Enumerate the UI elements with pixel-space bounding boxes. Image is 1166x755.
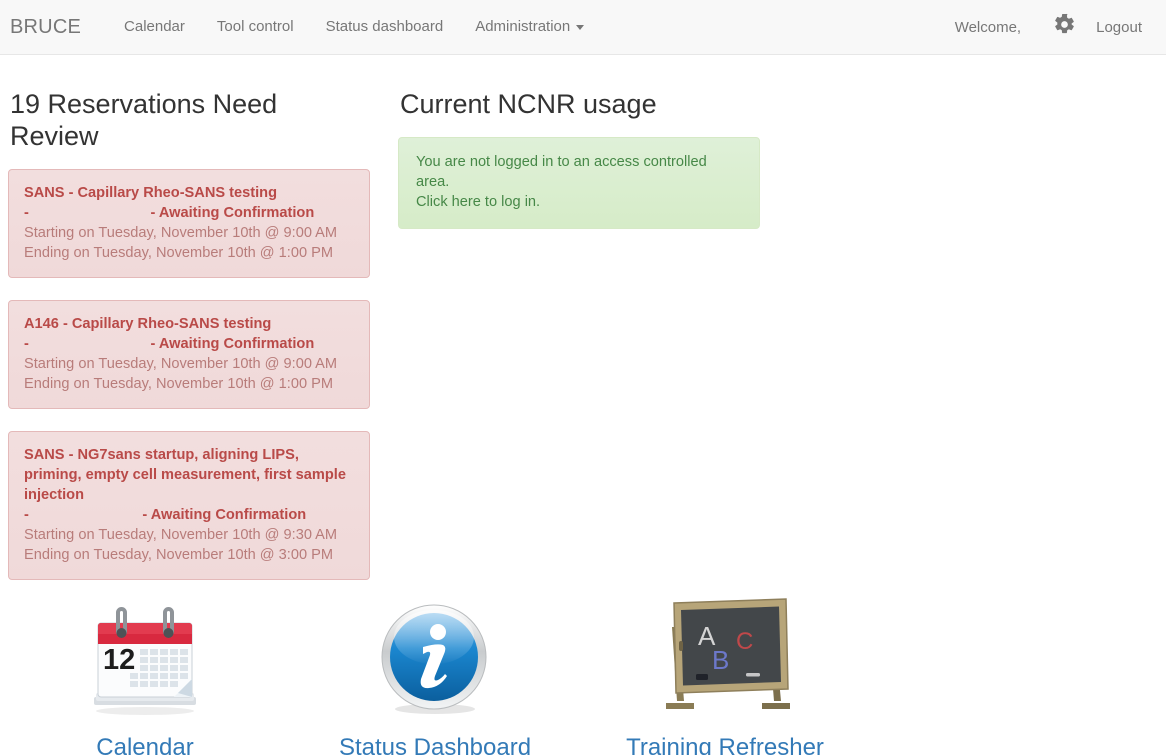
main-navbar: BRUCE Calendar Tool control Status dashb… bbox=[0, 0, 1166, 55]
reservation-start-time: Starting on Tuesday, November 10th @ 9:0… bbox=[24, 225, 338, 241]
navbar-right-group: Welcome, Logout bbox=[937, 13, 1166, 41]
shortcut-calendar-label: Calendar bbox=[96, 734, 194, 755]
gear-icon bbox=[1053, 13, 1076, 41]
shortcut-status-dashboard-label: Status Dashboard bbox=[338, 734, 532, 755]
nav-item-calendar[interactable]: Calendar bbox=[108, 0, 201, 54]
reservation-title: A146 - Capillary Rheo-SANS testing bbox=[24, 316, 272, 332]
svg-text:B: B bbox=[712, 645, 729, 675]
svg-text:C: C bbox=[736, 628, 753, 655]
reservation-start-time: Starting on Tuesday, November 10th @ 9:3… bbox=[24, 527, 338, 543]
logout-link[interactable]: Logout bbox=[1090, 19, 1148, 36]
usage-notice-line-1: You are not logged in to an access contr… bbox=[416, 154, 707, 190]
usage-login-link[interactable]: Click here to log in. bbox=[416, 192, 743, 212]
reservation-card[interactable]: A146 - Capillary Rheo-SANS testing - - A… bbox=[8, 300, 370, 409]
calendar-icon: 12 bbox=[0, 595, 290, 725]
usage-column: Current NCNR usage You are not logged in… bbox=[398, 88, 760, 229]
brand-logo[interactable]: BRUCE bbox=[10, 16, 96, 39]
info-circle-icon bbox=[290, 595, 580, 725]
welcome-text: Welcome, bbox=[954, 18, 1022, 36]
nav-item-calendar-label: Calendar bbox=[124, 18, 185, 35]
reservation-status-line: - - Awaiting Confirmation bbox=[24, 507, 307, 523]
reservation-status-line: - - Awaiting Confirmation bbox=[24, 336, 315, 352]
chevron-down-icon bbox=[576, 24, 585, 30]
chalkboard-icon: A B C bbox=[580, 595, 870, 725]
nav-item-administration[interactable]: Administration bbox=[459, 0, 600, 54]
reservation-card[interactable]: SANS - Capillary Rheo-SANS testing - - A… bbox=[8, 169, 370, 278]
reservations-column: 19 Reservations Need Review SANS - Capil… bbox=[8, 88, 370, 602]
settings-button[interactable] bbox=[1039, 13, 1090, 41]
usage-title: Current NCNR usage bbox=[400, 89, 657, 119]
page-title: 19 Reservations Need Review bbox=[10, 89, 278, 151]
shortcut-calendar[interactable]: 12 Calendar bbox=[0, 595, 290, 755]
shortcut-tiles: 12 Calendar Status Dashboard A B C Train… bbox=[0, 595, 1166, 755]
reservation-title: SANS - Capillary Rheo-SANS testing bbox=[24, 185, 277, 201]
svg-text:12: 12 bbox=[103, 644, 135, 676]
nav-item-status-dashboard-label: Status dashboard bbox=[325, 18, 444, 35]
shortcut-status-dashboard[interactable]: Status Dashboard bbox=[290, 595, 580, 755]
nav-item-status-dashboard[interactable]: Status dashboard bbox=[310, 0, 460, 54]
reservation-title: SANS - NG7sans startup, aligning LIPS, p… bbox=[24, 447, 346, 503]
reservation-end-time: Ending on Tuesday, November 10th @ 3:00 … bbox=[24, 547, 334, 563]
usage-login-notice[interactable]: You are not logged in to an access contr… bbox=[398, 137, 760, 229]
reservation-end-time: Ending on Tuesday, November 10th @ 1:00 … bbox=[24, 376, 334, 392]
reservation-start-time: Starting on Tuesday, November 10th @ 9:0… bbox=[24, 356, 338, 372]
reservation-end-time: Ending on Tuesday, November 10th @ 1:00 … bbox=[24, 245, 334, 261]
reservation-status-line: - - Awaiting Confirmation bbox=[24, 205, 315, 221]
nav-item-administration-label: Administration bbox=[475, 18, 571, 35]
nav-item-tool-control-label: Tool control bbox=[216, 18, 294, 35]
shortcut-training-refresher[interactable]: A B C Training Refresher bbox=[580, 595, 870, 755]
nav-item-tool-control[interactable]: Tool control bbox=[201, 0, 310, 54]
primary-nav: Calendar Tool control Status dashboard A… bbox=[108, 0, 600, 54]
shortcut-training-refresher-label: Training Refresher bbox=[626, 734, 824, 755]
reservation-card[interactable]: SANS - NG7sans startup, aligning LIPS, p… bbox=[8, 431, 370, 580]
